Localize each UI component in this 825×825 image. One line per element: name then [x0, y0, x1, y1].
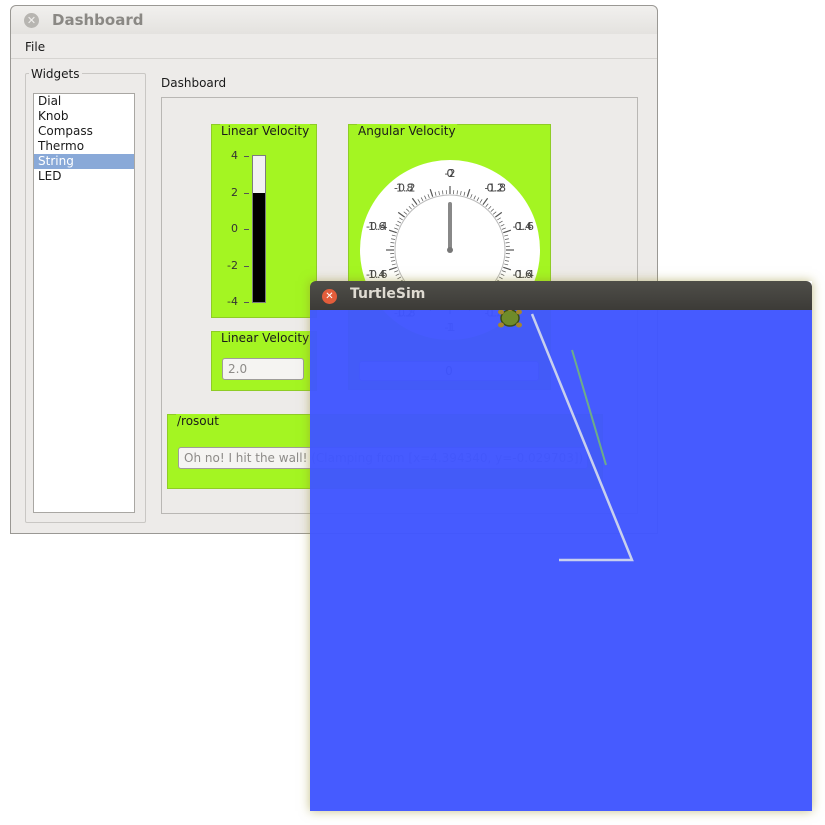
- bar-tick-mark: [244, 302, 249, 303]
- velocity-bar: [252, 155, 266, 303]
- dial-tick: [505, 242, 510, 244]
- turtlesim-title: TurtleSim: [350, 286, 426, 302]
- dial-scale-label: 1.4: [368, 268, 386, 281]
- velocity-bar-fill: [253, 192, 265, 302]
- dial-scale-label: 0.6: [514, 268, 532, 281]
- dial-tick: [505, 256, 510, 258]
- linear-velocity-bar-widget: Linear Velocity 4 2 0 -2 -4: [211, 124, 317, 318]
- widget-list-item[interactable]: Compass: [34, 124, 134, 139]
- turtlesim-window: ✕ TurtleSim: [310, 281, 812, 811]
- dial-hub: [447, 247, 453, 253]
- turtlesim-canvas: [310, 310, 812, 811]
- dashboard-group-title: Dashboard: [161, 76, 227, 90]
- widgets-group-title: Widgets: [29, 67, 82, 81]
- dial-scale-label: 1.6: [368, 220, 386, 233]
- widget-list-item[interactable]: Knob: [34, 109, 134, 124]
- linear-velocity-bar-title: Linear Velocity: [220, 124, 311, 138]
- trail-path: [530, 313, 634, 562]
- widget-list-item[interactable]: LED: [34, 169, 134, 184]
- turtle-icon: [498, 310, 522, 328]
- close-icon[interactable]: ✕: [24, 13, 39, 28]
- trail-highlight: [571, 349, 607, 466]
- bar-tick-label: -4: [227, 295, 238, 308]
- bar-tick-mark: [244, 156, 249, 157]
- linear-velocity-field[interactable]: 2.0: [222, 358, 304, 380]
- dial-tick: [390, 256, 395, 258]
- widget-list-item[interactable]: String: [34, 154, 134, 169]
- bar-tick-label: -2: [227, 258, 238, 272]
- bar-tick-mark: [244, 229, 249, 230]
- bar-tick-mark: [244, 192, 249, 194]
- close-icon[interactable]: ✕: [322, 289, 337, 304]
- bar-tick-label: 4: [231, 149, 238, 162]
- widget-list-item[interactable]: Thermo: [34, 139, 134, 154]
- dashboard-titlebar[interactable]: ✕ Dashboard: [11, 6, 657, 34]
- dial-scale-label: 0.4: [514, 220, 532, 233]
- bar-tick-label: 2: [231, 185, 238, 199]
- linear-velocity-string-widget: Linear Velocity 2.0: [211, 331, 317, 391]
- turtle-trail: [498, 310, 634, 562]
- dial-tick: [442, 190, 444, 195]
- rosout-title: /rosout: [176, 414, 220, 428]
- dial-tick: [390, 242, 395, 244]
- bar-tick-label: 0: [231, 222, 238, 235]
- menubar: [11, 34, 657, 59]
- widgets-list[interactable]: Dial Knob Compass Thermo String LED: [33, 93, 135, 513]
- window-title: Dashboard: [52, 11, 144, 29]
- bar-tick-mark: [244, 265, 249, 267]
- dial-scale-label: 0: [447, 167, 454, 180]
- dial-scale-label: 0.2: [487, 182, 505, 195]
- widget-list-item[interactable]: Dial: [34, 94, 134, 109]
- menu-file[interactable]: File: [25, 40, 45, 54]
- turtlesim-titlebar[interactable]: ✕ TurtleSim: [310, 281, 812, 310]
- dial-scale-label: 1.8: [396, 182, 414, 195]
- dial-tick: [456, 190, 458, 195]
- linear-velocity-string-title: Linear Velocity: [220, 331, 311, 345]
